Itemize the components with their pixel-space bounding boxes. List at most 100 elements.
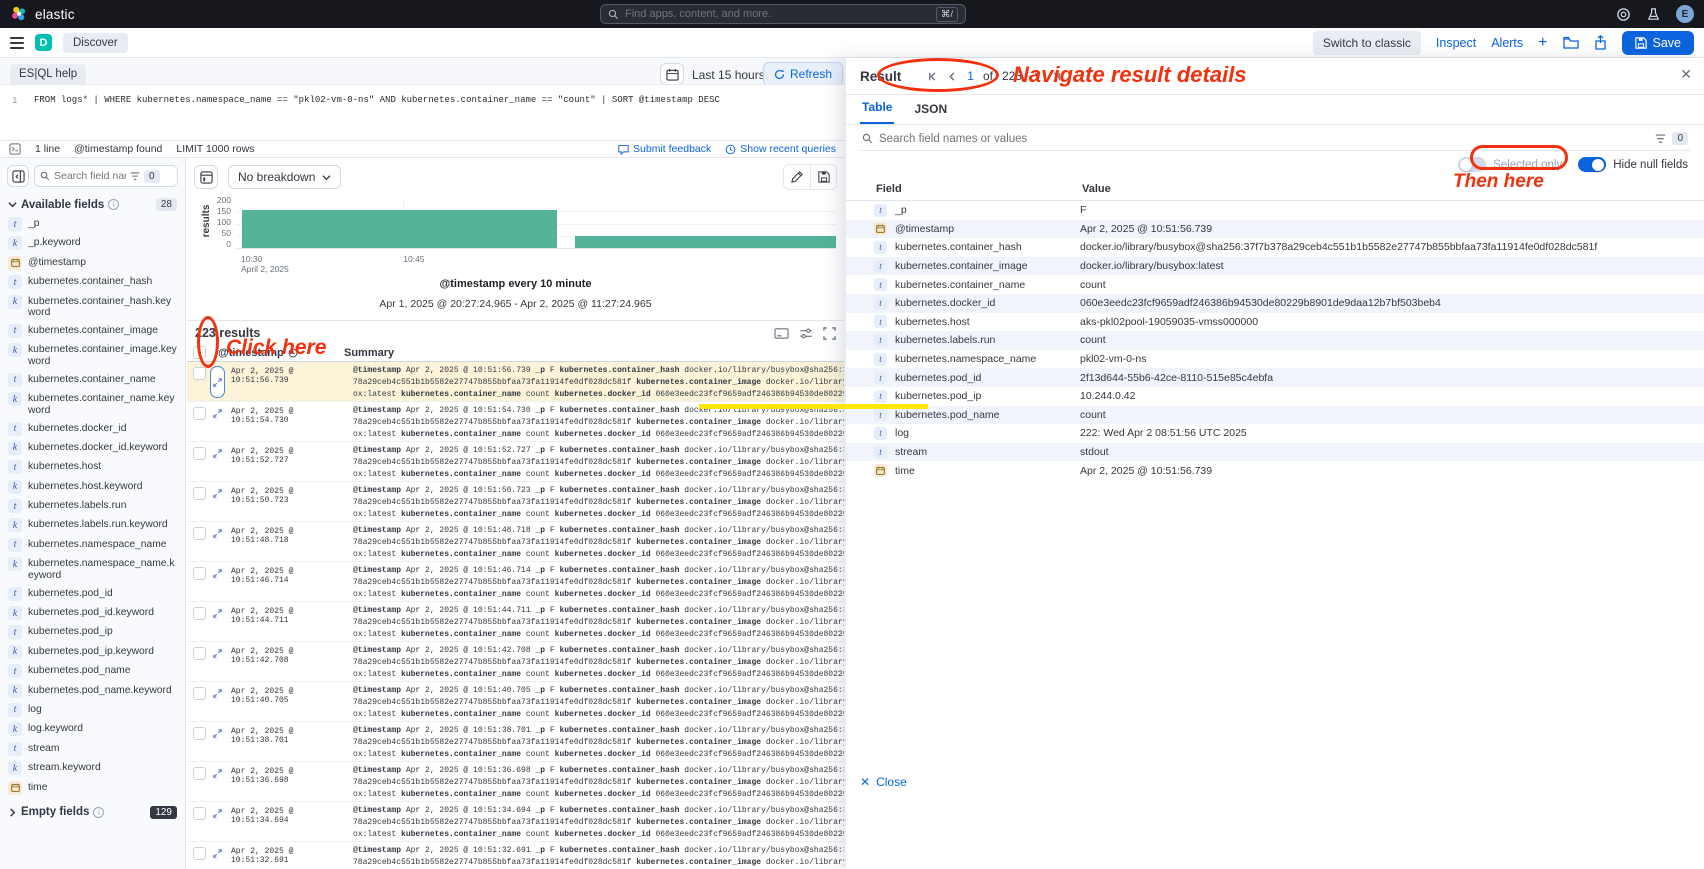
field-item[interactable]: kkubernetes.host.keyword <box>8 480 177 494</box>
field-item[interactable]: tkubernetes.docker_id <box>8 422 177 436</box>
row-checkbox[interactable] <box>193 687 206 700</box>
fullscreen-icon[interactable] <box>823 327 836 340</box>
timestamp-column-header[interactable]: @timestamp <box>218 347 340 359</box>
share-icon[interactable] <box>1594 35 1607 50</box>
save-visualization-icon[interactable] <box>810 165 836 189</box>
field-column-header[interactable]: Field <box>876 183 1082 195</box>
field-item[interactable]: tkubernetes.host <box>8 460 177 474</box>
toggle-on-switch[interactable] <box>1578 157 1606 172</box>
date-picker-button[interactable] <box>660 63 684 85</box>
expand-row-icon[interactable] <box>210 726 225 741</box>
expand-row-icon[interactable] <box>210 646 225 661</box>
row-checkbox[interactable] <box>193 367 206 380</box>
empty-fields-header[interactable]: Empty fields i 129 <box>0 800 185 823</box>
field-item[interactable]: kkubernetes.namespace_name.keyword <box>8 557 177 581</box>
row-checkbox[interactable] <box>193 527 206 540</box>
global-search-input[interactable] <box>625 8 930 20</box>
row-checkbox[interactable] <box>193 607 206 620</box>
row-checkbox[interactable] <box>193 847 206 860</box>
row-checkbox[interactable] <box>193 567 206 580</box>
row-checkbox[interactable] <box>193 767 206 780</box>
expand-row-icon[interactable] <box>210 526 225 541</box>
current-page[interactable]: 1 <box>967 69 974 83</box>
row-checkbox[interactable] <box>193 407 206 420</box>
field-item[interactable]: kkubernetes.labels.run.keyword <box>8 518 177 532</box>
elastic-logo-icon[interactable] <box>10 5 28 23</box>
collapse-sidebar-icon[interactable] <box>7 165 29 187</box>
expand-row-icon[interactable] <box>210 406 225 421</box>
field-item[interactable]: tkubernetes.pod_name <box>8 664 177 678</box>
available-fields-header[interactable]: Available fields i 28 <box>0 192 185 215</box>
last-page-icon[interactable] <box>1051 71 1062 82</box>
histogram-bar[interactable] <box>575 236 836 248</box>
field-item[interactable]: tkubernetes.container_name <box>8 373 177 387</box>
field-item[interactable]: tkubernetes.pod_id <box>8 587 177 601</box>
select-all-checkbox[interactable] <box>193 346 206 359</box>
esql-editor[interactable]: 1 FROM logs* | WHERE kubernetes.namespac… <box>0 84 845 140</box>
expand-row-icon[interactable] <box>210 766 225 781</box>
dev-tools-icon[interactable] <box>1646 7 1661 22</box>
flyout-search-input[interactable] <box>879 133 1649 145</box>
field-search-input[interactable] <box>54 170 126 182</box>
submit-feedback-link[interactable]: Submit feedback <box>618 143 711 155</box>
tab-table[interactable]: Table <box>860 100 894 124</box>
field-item[interactable]: kkubernetes.container_image.keyword <box>8 343 177 367</box>
expand-row-icon[interactable] <box>210 366 225 398</box>
field-item[interactable]: kkubernetes.pod_name.keyword <box>8 684 177 698</box>
field-item[interactable]: tkubernetes.labels.run <box>8 499 177 513</box>
field-item[interactable]: kkubernetes.pod_id.keyword <box>8 606 177 620</box>
field-item[interactable]: kstream.keyword <box>8 761 177 775</box>
deployment-icon[interactable] <box>1616 7 1631 22</box>
tab-json[interactable]: JSON <box>912 102 949 124</box>
field-item[interactable]: kkubernetes.container_name.keyword <box>8 392 177 416</box>
hide-null-fields-toggle[interactable]: Hide null fields <box>1578 157 1688 172</box>
field-item[interactable]: klog.keyword <box>8 722 177 736</box>
breadcrumb[interactable]: Discover <box>63 33 128 53</box>
field-item[interactable]: tkubernetes.container_image <box>8 324 177 338</box>
next-page-icon[interactable] <box>1031 71 1042 82</box>
editor-footer-icon[interactable] <box>9 143 21 155</box>
row-checkbox[interactable] <box>193 487 206 500</box>
user-avatar[interactable]: E <box>1676 5 1694 23</box>
summary-column-header[interactable]: Summary <box>344 347 394 359</box>
inspect-button[interactable]: Inspect <box>1436 36 1476 50</box>
field-search[interactable]: 0 <box>34 165 178 187</box>
time-range-button[interactable]: Last 15 hours <box>692 68 765 82</box>
breakdown-select[interactable]: No breakdown <box>228 165 341 189</box>
histogram-bar[interactable] <box>242 210 556 248</box>
expand-row-icon[interactable] <box>210 446 225 461</box>
value-column-header[interactable]: Value <box>1082 183 1111 195</box>
row-checkbox[interactable] <box>193 727 206 740</box>
field-item[interactable]: kkubernetes.docker_id.keyword <box>8 441 177 455</box>
close-flyout-icon[interactable]: ✕ <box>1680 66 1692 83</box>
refresh-button[interactable]: Refresh <box>763 62 843 86</box>
expand-row-icon[interactable] <box>210 566 225 581</box>
expand-row-icon[interactable] <box>210 686 225 701</box>
space-badge[interactable]: D <box>35 34 52 51</box>
expand-row-icon[interactable] <box>210 806 225 821</box>
field-item[interactable]: tlog <box>8 703 177 717</box>
alerts-button[interactable]: Alerts <box>1491 36 1523 50</box>
show-recent-queries-link[interactable]: Show recent queries <box>725 143 836 155</box>
row-checkbox[interactable] <box>193 447 206 460</box>
menu-icon[interactable] <box>10 37 24 49</box>
toggle-off-switch[interactable] <box>1458 157 1486 172</box>
chart-options-icon[interactable] <box>194 165 218 189</box>
switch-to-classic-button[interactable]: Switch to classic <box>1313 31 1421 55</box>
field-item[interactable]: t_p <box>8 217 177 231</box>
row-checkbox[interactable] <box>193 807 206 820</box>
open-folder-icon[interactable] <box>1563 36 1579 50</box>
field-item[interactable]: tkubernetes.namespace_name <box>8 538 177 552</box>
field-item[interactable]: time <box>8 781 177 795</box>
field-item[interactable]: tstream <box>8 742 177 756</box>
save-button[interactable]: Save <box>1622 31 1695 55</box>
edit-visualization-icon[interactable] <box>784 165 810 189</box>
field-item[interactable]: @timestamp <box>8 256 177 270</box>
field-item[interactable]: tkubernetes.pod_ip <box>8 625 177 639</box>
close-button[interactable]: ✕ Close <box>860 775 907 789</box>
field-item[interactable]: tkubernetes.container_hash <box>8 275 177 289</box>
field-item[interactable]: kkubernetes.container_hash.keyword <box>8 295 177 319</box>
grid-settings-icon[interactable] <box>799 327 813 340</box>
expand-row-icon[interactable] <box>210 486 225 501</box>
flyout-search[interactable]: 0 <box>860 132 1690 151</box>
